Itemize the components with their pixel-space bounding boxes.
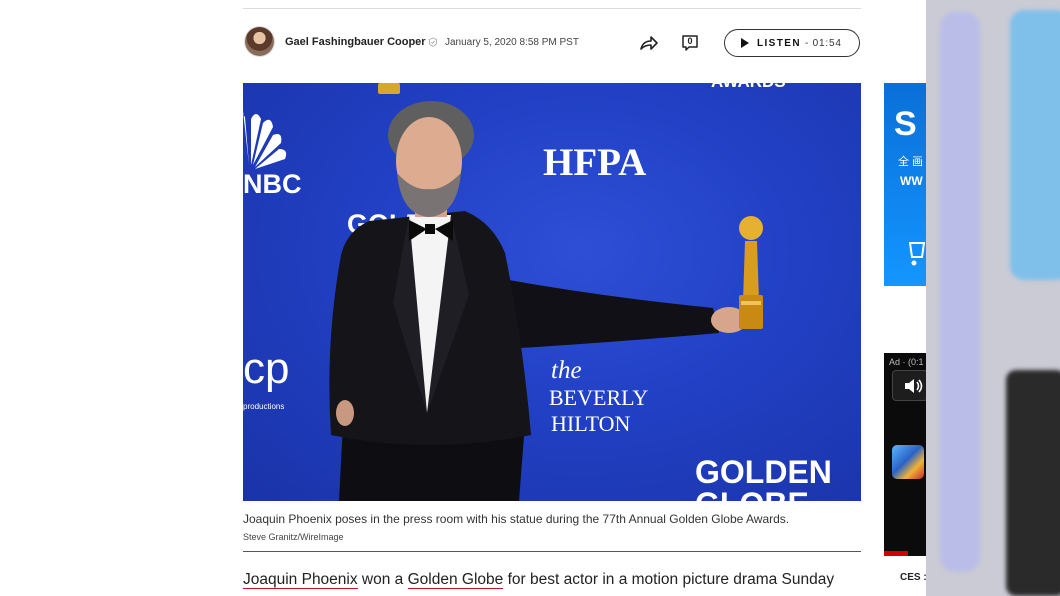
ad-label: Ad · (0:1 [889,357,924,367]
hfpa-text: HFPA [543,141,646,184]
photo-illustration: NBC HFPA AWARDS GOLD cp productions the … [243,83,832,501]
globe-text: GLOBE [695,486,809,501]
sidebar-ad-top[interactable]: S 全 画 WW [884,83,926,286]
rside-blob-2 [1010,10,1060,280]
nbc-peacock-logo [243,111,287,169]
publish-date: January 5, 2020 8:58 PM PST [445,37,579,48]
sound-button[interactable] [892,370,926,401]
article-photo[interactable]: NBC HFPA AWARDS GOLD cp productions the … [243,83,861,501]
awards-text: AWARDS [711,83,786,91]
caption-divider [243,551,861,552]
comment-count[interactable]: 0 [681,36,699,46]
paragraph-text-2: for best actor in a motion picture drama… [503,571,835,588]
article-paragraph: Joaquin Phoenix won a Golden Globe for b… [243,571,834,589]
ad-progress-bar [884,551,908,556]
play-icon [741,38,749,48]
ad-cart-icon [908,242,926,266]
golden-text: GOLDEN [695,454,832,490]
link-joaquin-phoenix[interactable]: Joaquin Phoenix [243,571,358,589]
listen-label: LISTEN [757,37,801,49]
ces-link[interactable]: CES : [900,572,927,583]
ad-game-thumbnail [892,445,924,479]
rside-blob-3 [1006,370,1060,596]
blurred-right-panel [926,0,1060,596]
hilton-text: HILTON [551,411,631,436]
share-icon[interactable] [639,34,659,52]
photo-caption: Joaquin Phoenix poses in the press room … [243,512,790,526]
header-divider [243,8,861,9]
cp-logo-text: cp [243,344,289,393]
rside-blob-1 [940,12,980,572]
verified-icon [429,37,437,47]
ad-headline: S [894,105,917,143]
beverly-text: BEVERLY [549,385,648,410]
sidebar-video-ad[interactable]: Ad · (0:1 [884,353,926,556]
photo-credit: Steve Granitz/WireImage [243,532,344,542]
golden-globe-trophy [739,216,763,329]
nbc-text: NBC [243,169,302,199]
productions-text: productions [243,402,284,411]
author-name[interactable]: Gael Fashingbauer Cooper [285,36,426,48]
background-statue [378,83,400,94]
ad-subtext: 全 画 [898,156,924,168]
author-avatar[interactable] [245,27,274,56]
the-text: the [551,357,582,384]
sound-icon [905,379,923,393]
person-figure [329,101,747,501]
listen-duration: - 01:54 [804,37,842,49]
listen-button[interactable]: LISTEN - 01:54 [724,29,860,57]
link-golden-globe[interactable]: Golden Globe [407,571,504,589]
paragraph-text-1: won a [357,571,408,588]
ad-url: WW [900,174,923,188]
